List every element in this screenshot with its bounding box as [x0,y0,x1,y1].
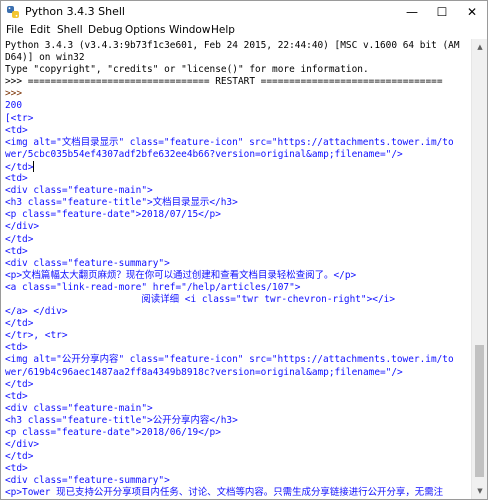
shell-line: </td> [5,451,34,463]
shell-line: D64)] on win32 [5,52,85,64]
shell-line: <img alt="文档目录显示" class="feature-icon" s… [5,136,454,148]
shell-line: >>> [5,88,28,100]
close-icon: ✕ [466,5,478,19]
shell-line: Python 3.4.3 (v3.4.3:9b73f1c3e601, Feb 2… [5,40,460,51]
text-cursor [33,160,35,172]
shell-line: <td> [5,124,28,136]
shell-line: <td> [5,173,28,185]
shell-line: <a class="link-read-more" href="/help/ar… [5,281,301,293]
shell-line: <td> [5,342,28,354]
title-bar[interactable]: Python 3.4.3 Shell — ☐ ✕ [1,1,487,23]
shell-line: <div class="feature-summary"> [5,257,170,269]
shell-line: <td> [5,390,28,402]
shell-line: 200 [5,100,23,112]
menu-debug[interactable]: Debug [88,24,123,36]
menu-options[interactable]: Options [125,24,166,36]
shell-line: <p class="feature-date">2018/07/15</p> [5,209,221,221]
shell-line: <p class="feature-date">2018/06/19</p> [5,427,221,438]
shell-line: <h3 class="feature-title">文档目录显示</h3> [5,197,238,209]
shell-line: </td> [5,160,35,173]
shell-line: </a> </div> [5,306,68,318]
shell-line: Type "copyright", "credits" or "license(… [5,64,369,76]
shell-line: </td> [5,378,34,390]
shell-line: </div> [5,221,40,233]
minimize-button[interactable]: — [397,1,427,23]
shell-line: 阅读详细 <i class="twr twr-chevron-right"></… [5,293,396,305]
menu-edit[interactable]: Edit [30,24,50,36]
shell-line: >>> ================================ RES… [5,76,443,88]
scroll-up-arrow-icon[interactable]: ▲ [472,39,488,55]
shell-line: wer/5cbc035b54ef4307adf2bfe632ee4b66?ver… [5,148,403,160]
scroll-thumb[interactable] [475,345,484,477]
shell-line: <div class="feature-main"> [5,402,153,414]
shell-line: </tr>, <tr> [5,330,68,342]
maximize-button[interactable]: ☐ [427,1,457,23]
window-title: Python 3.4.3 Shell [25,5,125,18]
shell-text: Python 3.4.3 (v3.4.3:9b73f1c3e601, Feb 2… [5,40,460,499]
menu-help[interactable]: Help [211,24,235,36]
python-icon [7,6,19,18]
menu-file[interactable]: File [6,24,24,36]
shell-line: <div class="feature-summary"> [5,475,170,487]
shell-line: </td> [5,233,34,245]
shell-line: <td> [5,245,28,257]
shell-line: <p>Tower 现已支持公开分享项目内任务、讨论、文档等内容。只需生成分享链接… [5,487,444,499]
maximize-icon: ☐ [436,5,448,19]
shell-line: <img alt="公开分享内容" class="feature-icon" s… [5,354,454,366]
shell-line: <p>文档篇幅太大翻页麻烦？现在你可以通过创建和查看文档目录轻松查阅了。</p> [5,269,357,281]
close-button[interactable]: ✕ [457,1,487,23]
menu-bar: File Edit Shell Debug Options Window Hel… [1,23,487,39]
vertical-scrollbar[interactable]: ▲ ▼ [471,39,487,499]
shell-output-area[interactable]: Python 3.4.3 (v3.4.3:9b73f1c3e601, Feb 2… [1,39,471,499]
shell-line: [<tr> [5,112,34,124]
python-shell-window: Python 3.4.3 Shell — ☐ ✕ File Edit Shell… [0,0,488,500]
menu-window[interactable]: Window [169,24,210,36]
shell-line: <div class="feature-main"> [5,185,153,197]
shell-line: </div> [5,439,40,451]
menu-shell[interactable]: Shell [57,24,83,36]
shell-line: <h3 class="feature-title">公开分享内容</h3> [5,414,238,426]
scroll-down-arrow-icon[interactable]: ▼ [472,483,488,499]
shell-line: wer/619b4c96aec1487aa2ff8a4349b8918c?ver… [5,366,403,378]
shell-line: </td> [5,318,34,330]
shell-line: <td> [5,463,28,475]
minimize-icon: — [406,5,418,19]
